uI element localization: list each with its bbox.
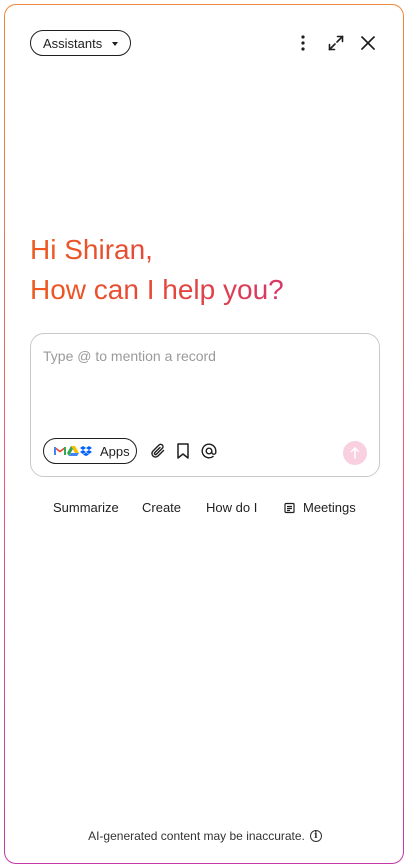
paperclip-icon[interactable]: [149, 442, 167, 460]
gmail-icon: [54, 446, 66, 455]
suggestion-how-do-i[interactable]: How do I: [206, 497, 257, 519]
suggestion-label: Create: [142, 500, 182, 515]
more-vertical-icon[interactable]: [293, 33, 313, 53]
at-sign-icon[interactable]: [200, 442, 218, 460]
suggestion-label: Meetings: [303, 500, 356, 515]
assistants-dropdown[interactable]: Assistants: [30, 30, 132, 56]
suggestion-create[interactable]: Create: [142, 497, 181, 519]
suggestion-chips: Summarize Create How do I Meetings: [5, 497, 405, 519]
disclaimer: AI-generated content may be inaccurate. …: [5, 829, 405, 843]
greeting: Hi Shiran, How can I help you?: [30, 230, 370, 310]
google-drive-icon: [67, 446, 79, 456]
info-icon[interactable]: i: [309, 830, 322, 842]
expand-icon[interactable]: [326, 33, 346, 53]
dropbox-icon: [80, 446, 92, 456]
suggestion-meetings[interactable]: Meetings: [284, 497, 356, 519]
apps-label: Apps: [100, 443, 130, 459]
suggestion-label: Summarize: [53, 500, 119, 515]
suggestion-label: How do I: [206, 500, 258, 515]
assistant-panel: Assistants Hi Shiran, How can I help you…: [4, 4, 404, 864]
close-icon[interactable]: [358, 33, 378, 53]
bookmark-icon[interactable]: [174, 442, 192, 460]
arrow-up-icon: [350, 447, 360, 459]
message-input[interactable]: [43, 348, 367, 418]
send-button[interactable]: [343, 441, 367, 465]
caret-down-icon: [112, 41, 119, 46]
meeting-notes-icon: [284, 502, 295, 514]
apps-button[interactable]: Apps: [43, 438, 137, 464]
message-composer: Apps: [30, 333, 380, 477]
assistants-label: Assistants: [43, 35, 103, 51]
disclaimer-text: AI-generated content may be inaccurate.: [88, 829, 305, 843]
suggestion-summarize[interactable]: Summarize: [53, 497, 119, 519]
app-logos: [54, 446, 92, 456]
greeting-line-1: Hi Shiran,: [30, 234, 153, 265]
greeting-line-2: How can I help you?: [30, 274, 284, 305]
